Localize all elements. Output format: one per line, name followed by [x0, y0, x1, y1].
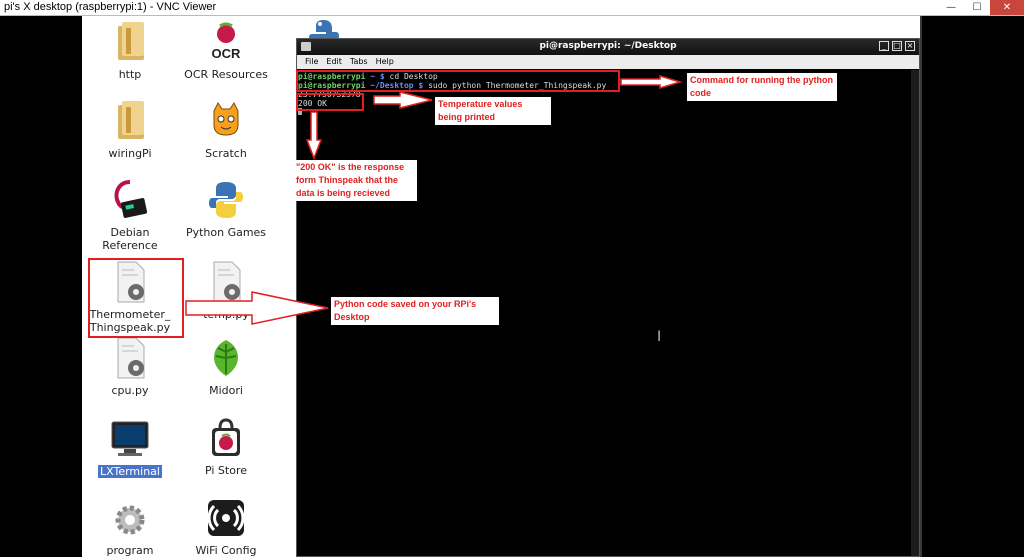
annotation-response: "200 OK" is the response form Thinspeak … [293, 160, 417, 201]
mouse-cursor: I [657, 329, 662, 345]
annotation-command: Command for running the python code [687, 73, 837, 101]
annotation-temperature: Temperature values being printed [435, 97, 551, 125]
annotation-code-saved: Python code saved on your RPi's Desktop [331, 297, 499, 325]
annotation-arrows [185, 74, 683, 325]
